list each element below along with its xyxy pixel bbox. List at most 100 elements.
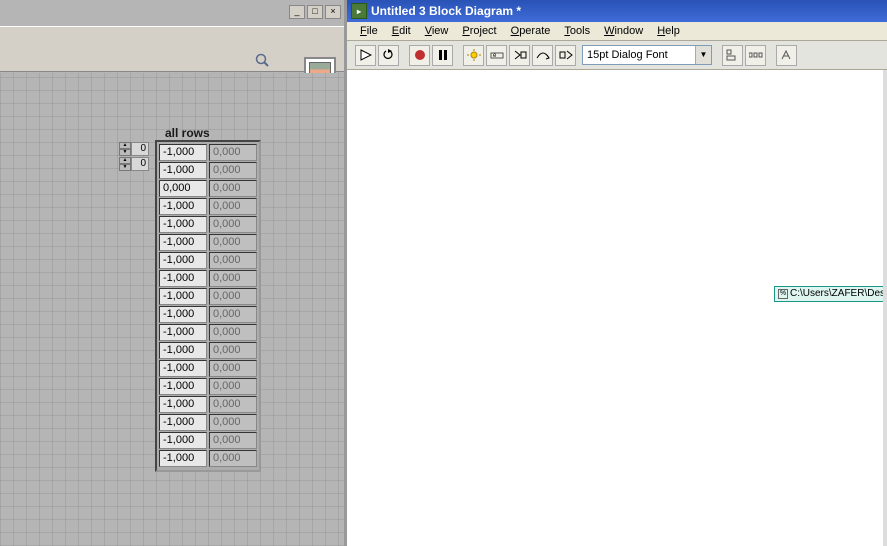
- array-row: -1,0000,000: [159, 252, 257, 269]
- block-diagram-window: ▸ Untitled 3 Block Diagram * FileEditVie…: [347, 0, 887, 546]
- array-row: -1,0000,000: [159, 288, 257, 305]
- array-cell[interactable]: 0,000: [209, 252, 257, 269]
- font-dropdown-arrow[interactable]: ▼: [695, 46, 711, 64]
- path-icon: %: [778, 289, 788, 299]
- align-objects-button[interactable]: [722, 45, 743, 66]
- array-cell[interactable]: 0,000: [209, 288, 257, 305]
- search-icon[interactable]: [255, 53, 270, 68]
- array-cell[interactable]: -1,000: [159, 306, 207, 323]
- array-row: -1,0000,000: [159, 414, 257, 431]
- array-row: -1,0000,000: [159, 234, 257, 251]
- array-row: -1,0000,000: [159, 144, 257, 161]
- block-diagram-canvas[interactable]: ▸ DBL ] all rows Read From Spreadsheet F…: [347, 70, 887, 546]
- array-cell[interactable]: 0,000: [209, 450, 257, 467]
- front-panel-window: _ □ × ▸ ? 3 all rows ▲▼ 0: [0, 0, 347, 546]
- array-cell[interactable]: -1,000: [159, 324, 207, 341]
- font-selector[interactable]: 15pt Dialog Font ▼: [582, 45, 712, 65]
- array-row: 0,0000,000: [159, 180, 257, 197]
- array-cell[interactable]: 0,000: [209, 180, 257, 197]
- path-value: C:\Users\ZAFER\Desktop\veri.txt: [790, 287, 887, 301]
- array-cell[interactable]: 0,000: [209, 378, 257, 395]
- distribute-objects-button[interactable]: [745, 45, 766, 66]
- labview-app-icon: ▸: [351, 3, 367, 19]
- array-cell[interactable]: -1,000: [159, 252, 207, 269]
- array-indicator-label: all rows: [165, 126, 210, 140]
- pause-button[interactable]: [432, 45, 453, 66]
- menu-tools[interactable]: Tools: [557, 23, 597, 39]
- array-cell[interactable]: -1,000: [159, 162, 207, 179]
- array-row: -1,0000,000: [159, 378, 257, 395]
- index-input-1[interactable]: 0: [131, 157, 149, 171]
- array-cell[interactable]: 0,000: [209, 270, 257, 287]
- array-cell[interactable]: 0,000: [209, 216, 257, 233]
- array-row: -1,0000,000: [159, 216, 257, 233]
- array-row: -1,0000,000: [159, 360, 257, 377]
- array-cell[interactable]: -1,000: [159, 234, 207, 251]
- title-bar[interactable]: ▸ Untitled 3 Block Diagram *: [347, 0, 887, 22]
- array-row: -1,0000,000: [159, 270, 257, 287]
- array-cell[interactable]: -1,000: [159, 198, 207, 215]
- array-cell[interactable]: 0,000: [209, 234, 257, 251]
- maximize-button[interactable]: □: [307, 5, 323, 19]
- array-row: -1,0000,000: [159, 396, 257, 413]
- array-row: -1,0000,000: [159, 324, 257, 341]
- path-constant[interactable]: % C:\Users\ZAFER\Desktop\veri.txt: [774, 286, 887, 302]
- menu-project[interactable]: Project: [455, 23, 503, 39]
- array-cell[interactable]: -1,000: [159, 216, 207, 233]
- array-cell[interactable]: -1,000: [159, 396, 207, 413]
- menu-file[interactable]: File: [353, 23, 385, 39]
- array-cell[interactable]: 0,000: [209, 162, 257, 179]
- array-cell[interactable]: 0,000: [209, 306, 257, 323]
- window-controls: _ □ ×: [289, 5, 341, 19]
- array-row: -1,0000,000: [159, 432, 257, 449]
- array-cell[interactable]: 0,000: [209, 432, 257, 449]
- abort-button[interactable]: [409, 45, 430, 66]
- array-cell[interactable]: 0,000: [209, 324, 257, 341]
- front-panel-toolbar: ▸ ? 3: [0, 26, 344, 72]
- array-cell[interactable]: 0,000: [209, 414, 257, 431]
- run-button[interactable]: [355, 45, 376, 66]
- array-cell[interactable]: 0,000: [159, 180, 207, 197]
- menu-operate[interactable]: Operate: [504, 23, 558, 39]
- step-over-button[interactable]: [532, 45, 553, 66]
- index-input-0[interactable]: 0: [131, 142, 149, 156]
- array-cell[interactable]: 0,000: [209, 198, 257, 215]
- array-row: -1,0000,000: [159, 162, 257, 179]
- array-row: -1,0000,000: [159, 198, 257, 215]
- array-cell[interactable]: -1,000: [159, 414, 207, 431]
- scrollbar-vertical[interactable]: [883, 70, 887, 546]
- menu-bar: FileEditViewProjectOperateToolsWindowHel…: [347, 22, 887, 41]
- array-cell[interactable]: -1,000: [159, 432, 207, 449]
- array-row: -1,0000,000: [159, 342, 257, 359]
- menu-edit[interactable]: Edit: [385, 23, 418, 39]
- menu-window[interactable]: Window: [597, 23, 650, 39]
- window-title: Untitled 3 Block Diagram *: [371, 4, 521, 18]
- index-spinner-0[interactable]: ▲▼: [119, 142, 131, 156]
- cleanup-diagram-button[interactable]: [776, 45, 797, 66]
- array-cell[interactable]: -1,000: [159, 144, 207, 161]
- retain-wire-values-button[interactable]: e: [486, 45, 507, 66]
- run-continuously-button[interactable]: [378, 45, 399, 66]
- index-spinner-1[interactable]: ▲▼: [119, 157, 131, 171]
- close-button[interactable]: ×: [325, 5, 341, 19]
- array-cell[interactable]: 0,000: [209, 342, 257, 359]
- array-indicator[interactable]: -1,0000,000-1,0000,0000,0000,000-1,0000,…: [155, 140, 261, 472]
- step-out-button[interactable]: [555, 45, 576, 66]
- array-cell[interactable]: 0,000: [209, 144, 257, 161]
- array-cell[interactable]: 0,000: [209, 360, 257, 377]
- array-row: -1,0000,000: [159, 450, 257, 467]
- array-cell[interactable]: -1,000: [159, 378, 207, 395]
- array-cell[interactable]: -1,000: [159, 342, 207, 359]
- array-cell[interactable]: -1,000: [159, 360, 207, 377]
- step-into-button[interactable]: [509, 45, 530, 66]
- array-index-controls: ▲▼ 0 ▲▼ 0: [119, 141, 151, 171]
- highlight-execution-button[interactable]: [463, 45, 484, 66]
- font-name: 15pt Dialog Font: [587, 49, 668, 61]
- minimize-button[interactable]: _: [289, 5, 305, 19]
- array-cell[interactable]: -1,000: [159, 450, 207, 467]
- array-cell[interactable]: -1,000: [159, 270, 207, 287]
- menu-help[interactable]: Help: [650, 23, 687, 39]
- array-cell[interactable]: 0,000: [209, 396, 257, 413]
- menu-view[interactable]: View: [418, 23, 456, 39]
- array-cell[interactable]: -1,000: [159, 288, 207, 305]
